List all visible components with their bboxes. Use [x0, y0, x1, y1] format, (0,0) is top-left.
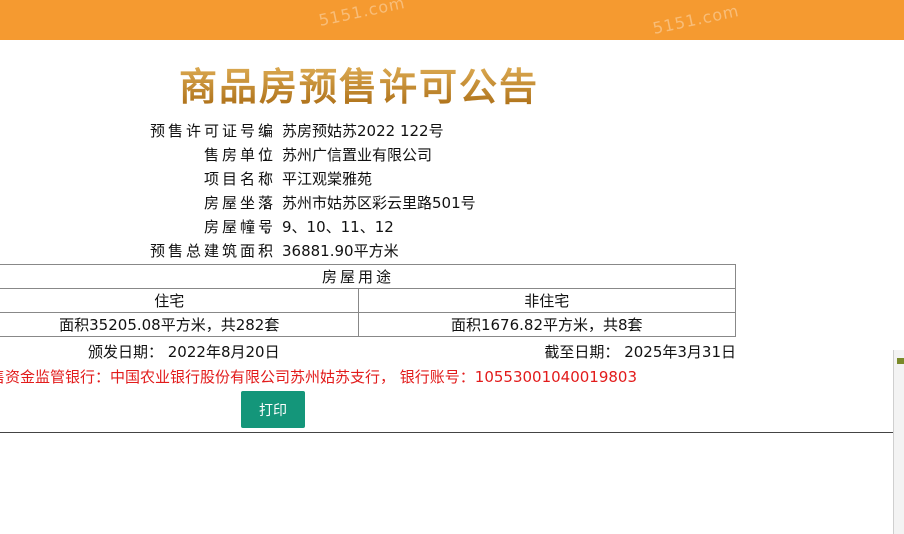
watermark-text: 5151.com: [316, 0, 407, 30]
info-colon: ：: [262, 242, 278, 260]
info-colon: ：: [262, 146, 278, 164]
info-row-location: 房屋坐落 ： 苏州市姑苏区彩云里路501号: [0, 192, 740, 214]
escrow-bank-info: 售资金监管银行：中国农业银行股份有限公司苏州姑苏支行， 银行账号：1055300…: [0, 368, 638, 386]
watermark-text: 5151.com: [650, 1, 741, 38]
info-row-permit-number: 预售许可证号编 ： 苏房预姑苏2022 122号: [0, 120, 740, 142]
table-row: 面积35205.08平方米，共282套 面积1676.82平方米，共8套: [0, 312, 736, 337]
info-value: 苏州市姑苏区彩云里路501号: [282, 194, 476, 212]
print-button[interactable]: 打印: [241, 391, 305, 428]
top-banner: 5151.com 5151.com: [0, 0, 904, 40]
expiry-date: 截至日期： 2025年3月31日: [544, 343, 736, 361]
info-row-project-name: 项目名称 ： 平江观棠雅苑: [0, 168, 740, 190]
info-value: 9、10、11、12: [282, 218, 394, 236]
info-value: 苏州广信置业有限公司: [282, 146, 433, 164]
page-title: 商品房预售许可公告: [0, 56, 718, 111]
info-colon: ：: [262, 194, 278, 212]
divider-line: [0, 432, 894, 433]
table-row: 住宅 非住宅: [0, 288, 736, 313]
info-value: 36881.90平方米: [282, 242, 399, 260]
usage-table: 房屋用途 住宅 非住宅 面积35205.08平方米，共282套 面积1676.8…: [0, 264, 736, 337]
column-header-residential: 住宅: [0, 288, 359, 313]
usage-header: 房屋用途: [0, 264, 736, 289]
residential-area-cell: 面积35205.08平方米，共282套: [0, 312, 359, 337]
issue-date: 颁发日期： 2022年8月20日: [88, 343, 280, 361]
side-panel-edge[interactable]: [893, 350, 904, 534]
info-colon: ：: [262, 218, 278, 236]
info-row-total-area: 预售总建筑面积 ： 36881.90平方米: [0, 240, 740, 262]
info-value: 苏房预姑苏2022 122号: [282, 122, 444, 140]
info-label: 预售总建筑面积: [149, 242, 276, 260]
info-label: 预售许可证号编: [149, 122, 276, 140]
info-colon: ：: [262, 122, 278, 140]
non-residential-area-cell: 面积1676.82平方米，共8套: [357, 312, 736, 337]
side-panel-icon: [897, 358, 904, 364]
info-row-building-numbers: 房屋幢号 ： 9、10、11、12: [0, 216, 740, 238]
info-value: 平江观棠雅苑: [282, 170, 373, 188]
table-row: 房屋用途: [0, 264, 736, 289]
info-row-seller: 售房单位 ： 苏州广信置业有限公司: [0, 144, 740, 166]
info-colon: ：: [262, 170, 278, 188]
column-header-non-residential: 非住宅: [357, 288, 736, 313]
